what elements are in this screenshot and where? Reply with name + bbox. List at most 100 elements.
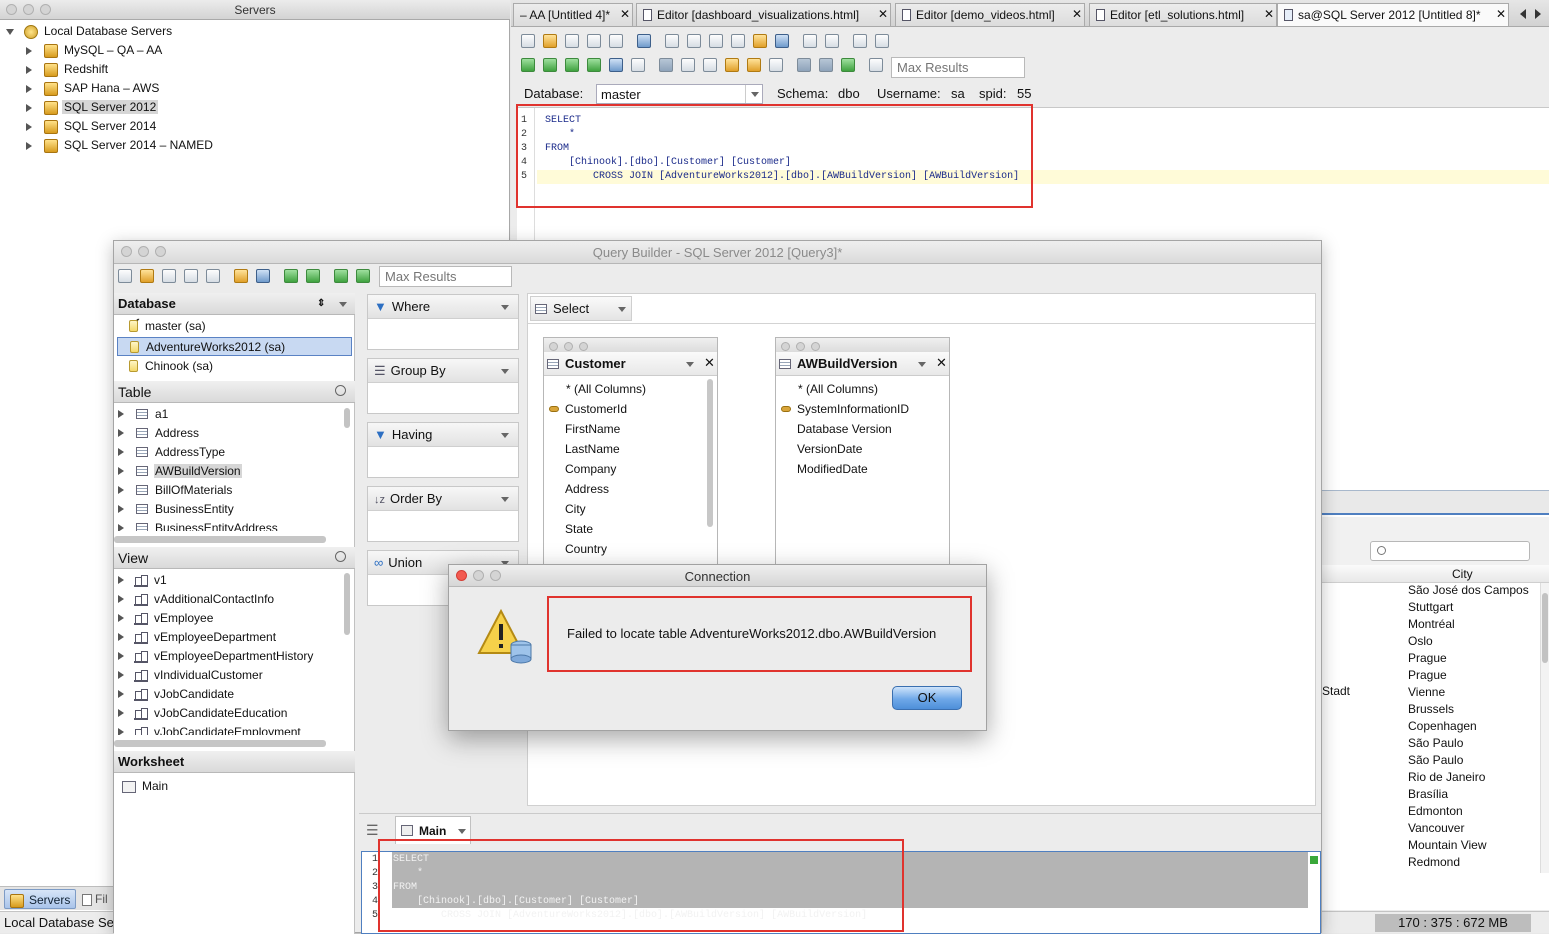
editor-tab[interactable]: Editor [dashboard_visualizations.html] ✕ [636,3,891,26]
toolbar-button-icon[interactable] [256,269,270,283]
city-cell[interactable]: Montréal [1408,616,1455,633]
toolbar-button-icon[interactable] [162,269,176,283]
tab-close-icon[interactable]: ✕ [878,7,888,21]
view-item[interactable]: vJobCandidate [114,685,342,704]
toolbar-button-icon[interactable] [234,269,248,283]
sort-icon[interactable]: ⇕ [317,293,325,315]
toolbar-button-icon[interactable] [565,58,579,72]
expand-icon[interactable] [118,505,124,513]
tab-close-icon[interactable]: ✕ [1264,7,1274,21]
toolbar-button-icon[interactable] [825,34,839,48]
expand-icon[interactable] [26,104,32,112]
toolbar-button-icon[interactable] [587,34,601,48]
city-cell[interactable]: Brussels [1408,701,1454,718]
where-clause[interactable]: ▼ Where [367,294,519,350]
editor-tab[interactable]: Editor [etl_solutions.html] ✕ [1089,3,1277,26]
view-item[interactable]: vJobCandidateEducation [114,704,342,723]
customer-close-icon[interactable]: ✕ [704,355,715,371]
toolbar-button-icon[interactable] [703,58,717,72]
city-cell[interactable]: São Paulo [1408,735,1463,752]
toolbar-button-icon[interactable] [769,58,783,72]
editor-tab[interactable]: sa@SQL Server 2012 [Untitled 8]* ✕ [1277,3,1509,26]
expand-icon[interactable] [118,671,124,679]
toolbar-button-icon[interactable] [797,58,811,72]
results-scrollbar[interactable] [1540,583,1549,873]
toolbar-button-icon[interactable] [631,58,645,72]
toolbar-button-icon[interactable] [521,58,535,72]
toolbar-button-icon[interactable] [747,58,761,72]
expand-icon[interactable] [118,709,124,717]
toolbar-button-icon[interactable] [875,34,889,48]
order-by-clause[interactable]: ↓z Order By [367,486,519,542]
worksheet-item-main[interactable]: Main [122,777,168,796]
expand-icon[interactable] [118,524,124,531]
server-item[interactable]: MySQL – QA – AA [6,42,406,61]
expand-icon[interactable] [118,576,124,584]
toolbar-button-icon[interactable] [521,34,535,48]
toolbar-button-icon[interactable] [869,58,883,72]
customer-menu-caret-icon[interactable] [686,362,694,367]
city-cell[interactable]: Copenhagen [1408,718,1477,735]
city-cell[interactable]: Vancouver [1408,820,1464,837]
column-item[interactable]: Country [544,540,704,559]
awbuild-menu-caret-icon[interactable] [918,362,926,367]
table-item[interactable]: AWBuildVersion [114,462,342,481]
table-hscrollbar[interactable] [114,536,326,543]
expand-icon[interactable] [6,29,14,35]
toolbar-button-icon[interactable] [118,269,132,283]
toolbar-button-icon[interactable] [637,34,651,48]
editor-tab[interactable]: – AA [Untitled 4]* ✕ [513,3,633,26]
having-clause[interactable]: ▼ Having [367,422,519,478]
city-cell[interactable]: Redmond [1408,854,1460,871]
database-item[interactable]: Chinook (sa) [117,357,352,376]
toolbar-button-icon[interactable] [709,34,723,48]
server-item[interactable]: SQL Server 2014 [6,118,406,137]
expand-icon[interactable] [26,142,32,150]
customer-table-card[interactable]: Customer ✕ * (All Columns) CustomerId Firs… [543,337,718,567]
toolbar-button-icon[interactable] [543,34,557,48]
server-item[interactable]: Redshift [6,61,406,80]
database-menu-caret-icon[interactable] [339,302,347,307]
having-header[interactable]: ▼ Having [368,423,518,447]
toolbar-button-icon[interactable] [543,58,557,72]
view-item[interactable]: vEmployee [114,609,342,628]
toolbar-button-icon[interactable] [140,269,154,283]
database-select[interactable]: master [596,84,763,104]
toolbar-button-icon[interactable] [775,34,789,48]
view-item[interactable]: vIndividualCustomer [114,666,342,685]
view-search-icon[interactable] [335,551,346,562]
toolbar-button-icon[interactable] [803,34,817,48]
toolbar-button-icon[interactable] [565,34,579,48]
ok-button[interactable]: OK [892,686,962,710]
awbuildversion-table-card[interactable]: AWBuildVersion ✕ * (All Columns) SystemIn… [775,337,950,567]
database-item[interactable]: AdventureWorks2012 (sa) [117,337,352,356]
tab-close-icon[interactable]: ✕ [1496,7,1506,21]
expand-icon[interactable] [118,467,124,475]
city-cell[interactable]: Edmonton [1408,803,1463,820]
server-item[interactable]: SQL Server 2014 – NAMED [6,137,406,156]
awbuild-close-icon[interactable]: ✕ [936,355,947,371]
expand-icon[interactable] [26,85,32,93]
group-by-header[interactable]: ☰ Group By [368,359,518,383]
table-item[interactable]: BusinessEntityAddress [114,519,342,531]
column-item[interactable]: * (All Columns) [776,380,936,399]
toolbar-button-icon[interactable] [731,34,745,48]
server-item[interactable]: SQL Server 2012 [6,99,406,118]
column-item[interactable]: ModifiedDate [776,460,936,479]
table-item[interactable]: BillOfMaterials [114,481,342,500]
toolbar-button-icon[interactable] [334,269,348,283]
customer-card-scrollbar[interactable] [706,378,714,528]
city-cell[interactable]: São Paulo [1408,752,1463,769]
expand-icon[interactable] [118,690,124,698]
max-results-input[interactable] [891,57,1025,78]
column-item[interactable]: City [544,500,704,519]
view-hscrollbar[interactable] [114,740,326,747]
expand-icon[interactable] [118,633,124,641]
column-item[interactable]: LastName [544,440,704,459]
expand-icon[interactable] [118,429,124,437]
table-search-icon[interactable] [335,385,346,396]
city-cell[interactable]: Brasília [1408,786,1448,803]
expand-icon[interactable] [118,448,124,456]
toolbar-button-icon[interactable] [681,58,695,72]
list-menu-icon[interactable]: ☰ [366,822,379,839]
